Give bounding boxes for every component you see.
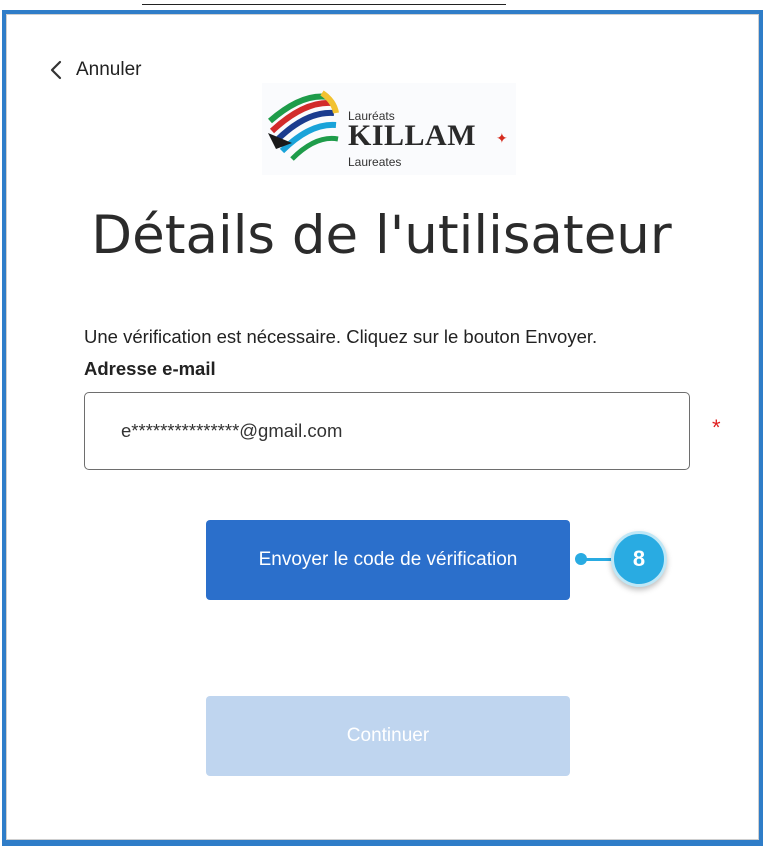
email-label: Adresse e-mail xyxy=(84,358,216,379)
maple-leaf-icon: ✦ xyxy=(496,130,508,146)
continue-button-label: Continuer xyxy=(346,725,430,746)
killam-logo: Lauréats KILLAM ✦ Laureates xyxy=(262,83,516,175)
logo-text-main: KILLAM xyxy=(348,119,477,152)
cancel-back-link[interactable]: Annuler xyxy=(48,59,142,81)
verification-info-text: Une vérification est nécessaire. Cliquez… xyxy=(84,326,598,347)
callout-anchor-dot xyxy=(575,553,587,565)
send-verification-code-button[interactable]: Envoyer le code de vérification xyxy=(206,520,570,600)
continue-button[interactable]: Continuer xyxy=(206,696,570,776)
underline-decoration xyxy=(142,4,506,5)
logo-emblem-icon xyxy=(268,90,339,161)
step-callout-badge: 8 xyxy=(611,531,667,587)
top-strip xyxy=(0,0,763,10)
page-title: Détails de l'utilisateur xyxy=(91,205,672,266)
email-field[interactable]: e***************@gmail.com xyxy=(84,392,690,470)
email-value: e***************@gmail.com xyxy=(121,420,343,441)
callout-number: 8 xyxy=(632,546,646,571)
cancel-label: Annuler xyxy=(76,59,142,80)
send-button-label: Envoyer le code de vérification xyxy=(258,549,518,570)
logo-text-bottom: Laureates xyxy=(348,155,402,169)
chevron-left-icon xyxy=(50,60,62,80)
required-asterisk: * xyxy=(712,415,721,440)
